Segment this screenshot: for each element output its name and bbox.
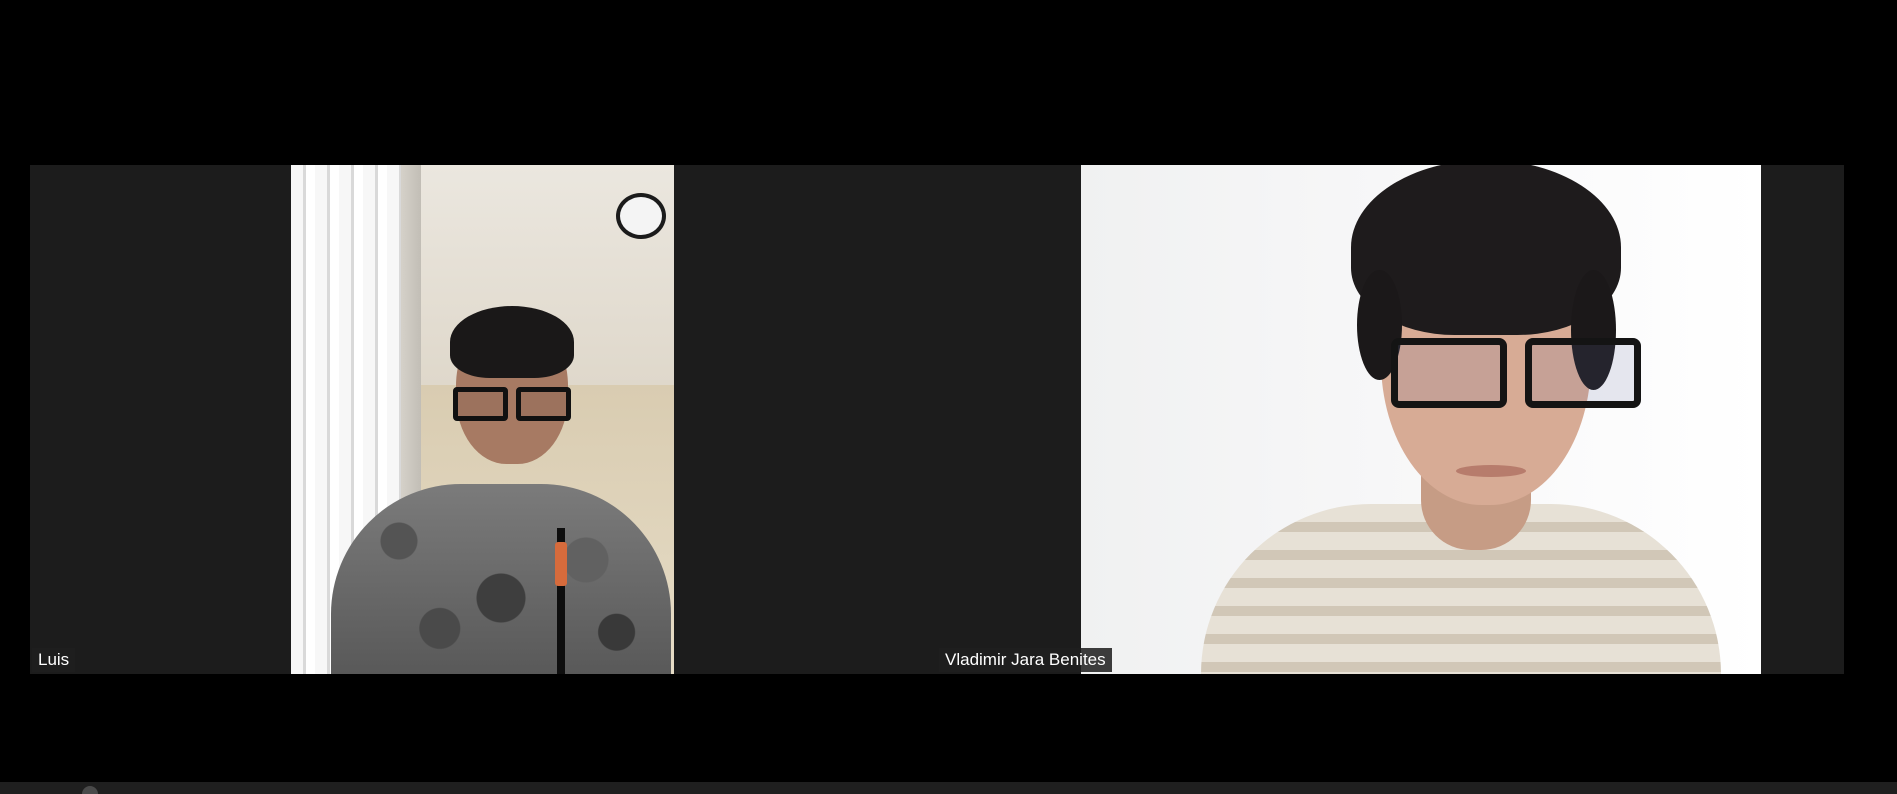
- participant-glasses: [453, 387, 571, 421]
- glasses-lens-left: [1391, 338, 1507, 408]
- participant-video-luis: [291, 165, 674, 674]
- circle-icon[interactable]: [82, 786, 98, 794]
- video-gallery: Luis Vladimir Jara Benites: [30, 165, 1844, 674]
- participant-hair: [450, 306, 574, 378]
- camouflage-jacket: [331, 484, 671, 674]
- glasses-lens-left: [453, 387, 508, 421]
- participant-vladimir-figure: [1201, 165, 1721, 674]
- participant-mouth: [1456, 465, 1526, 477]
- participant-name-tag-luis: Luis: [32, 648, 76, 672]
- glasses-lens-right: [516, 387, 571, 421]
- participant-name-tag-vladimir-jara-benites: Vladimir Jara Benites: [939, 648, 1112, 672]
- zipper-pull: [555, 542, 567, 586]
- bottom-toolbar: [0, 782, 1897, 794]
- participant-luis-figure: [331, 306, 671, 674]
- participant-glasses: [1391, 338, 1641, 408]
- meeting-window: Luis Vladimir Jara Benites: [0, 0, 1897, 794]
- participant-tile-vladimir-jara-benites[interactable]: Vladimir Jara Benites: [937, 165, 1844, 674]
- participant-video-vladimir-jara-benites: [1081, 165, 1761, 674]
- glasses-lens-right: [1525, 338, 1641, 408]
- participant-tile-luis[interactable]: Luis: [30, 165, 937, 674]
- ceiling-light: [616, 193, 666, 239]
